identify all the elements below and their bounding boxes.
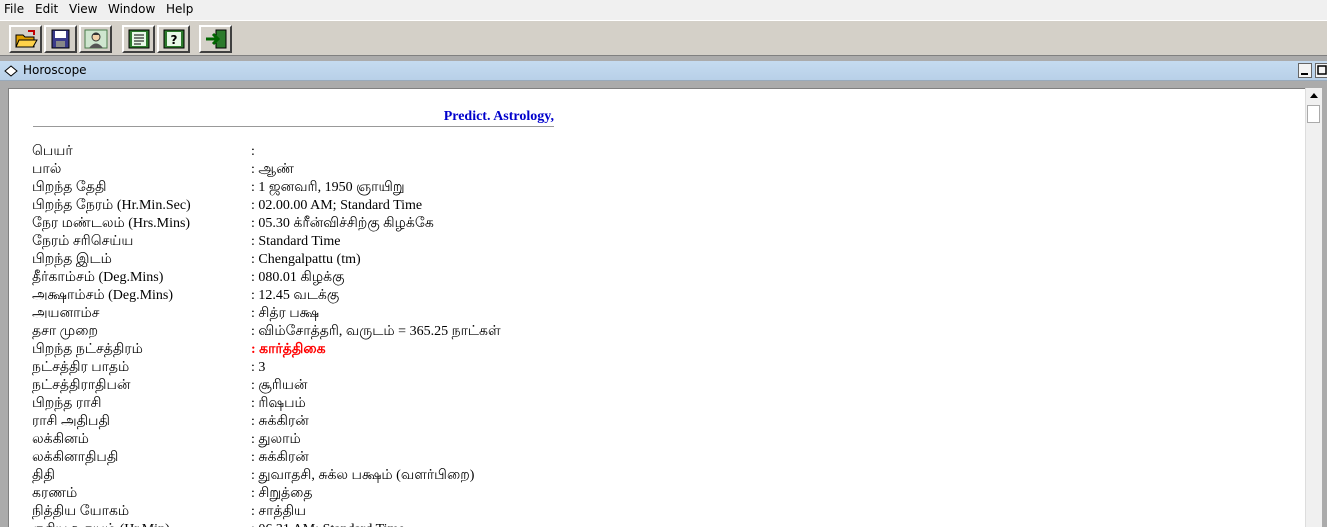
scroll-thumb[interactable]: [1307, 105, 1320, 123]
row-label: திதி: [32, 468, 55, 483]
scroll-up-arrow-icon: [1310, 93, 1318, 98]
row-label: அயனாம்ச: [32, 306, 100, 321]
row-label: லக்கினம்: [32, 432, 89, 447]
row-label: பிறந்த நேரம் (Hr.Min.Sec): [32, 198, 191, 213]
row-label: நட்சத்திர பாதம்: [32, 360, 130, 375]
row-value: : 05.30 க்ரீன்விச்சிற்கு கிழக்கே: [251, 216, 434, 231]
row-label: நித்திய யோகம்: [32, 504, 130, 519]
menu-help[interactable]: Help: [166, 2, 193, 16]
row-value: : விம்சோத்தரி, வருடம் = 365.25 நாட்கள்: [251, 324, 501, 339]
row-label: நட்சத்திராதிபன்: [32, 378, 131, 393]
help-button[interactable]: ?: [157, 25, 190, 53]
row-value: : ஆண்: [251, 162, 294, 177]
person-portrait-icon: [84, 29, 108, 49]
row-label: ராசி அதிபதி: [32, 414, 110, 429]
vertical-scrollbar[interactable]: [1305, 88, 1322, 527]
save-disk-icon: [51, 29, 70, 49]
row-label: பிறந்த இடம்: [32, 252, 112, 267]
row-value: : 080.01 கிழக்கு: [251, 270, 345, 285]
menu-view[interactable]: View: [69, 2, 97, 16]
row-label: தசா முறை: [32, 324, 99, 339]
report-view: Predict. Astrology, பெயர்: பால் : ஆண் பிறந்…: [8, 88, 1305, 527]
scroll-up-button[interactable]: [1306, 88, 1322, 104]
row-value: : சாத்திய: [251, 504, 307, 519]
maximize-icon: [1317, 65, 1327, 75]
menu-bar: File Edit View Window Help: [0, 0, 1327, 20]
horoscope-window-titlebar[interactable]: Horoscope: [0, 61, 1327, 81]
row-value: : கார்த்திகை: [251, 342, 326, 357]
report-heading: Predict. Astrology,: [443, 109, 554, 124]
row-value: : 02.00.00 AM; Standard Time: [251, 198, 423, 213]
row-label: கரணம்: [32, 486, 78, 501]
window-diamond-icon: [4, 65, 18, 77]
menu-file[interactable]: File: [4, 2, 24, 16]
row-label: தீர்காம்சம் (Deg.Mins): [32, 270, 164, 285]
row-value: : Standard Time: [251, 234, 341, 249]
profile-button[interactable]: [79, 25, 112, 53]
row-value: : துவாதசி, சுக்ல பக்ஷம் (வளர்பிறை): [251, 468, 475, 483]
window-title: Horoscope: [23, 63, 87, 77]
row-label: சூரிய உதயம் (Hr.Min): [32, 522, 170, 527]
row-value: :: [251, 144, 255, 159]
document-icon: [128, 29, 150, 49]
report-button[interactable]: [122, 25, 155, 53]
row-value: : துலாம்: [251, 432, 301, 447]
minimize-icon: [1301, 73, 1308, 75]
row-value: : சுக்கிரன்: [251, 414, 309, 429]
row-label: நேர மண்டலம் (Hrs.Mins): [32, 216, 191, 231]
row-value: : 06.31 AM; Standard Time: [251, 522, 405, 527]
row-value: : 3: [251, 360, 266, 375]
row-value: : ரிஷபம்: [251, 396, 306, 411]
row-label: நேரம் சரிசெய்ய: [32, 234, 134, 249]
window-edge: [1322, 81, 1327, 527]
minimize-button[interactable]: [1298, 63, 1312, 78]
maximize-button[interactable]: [1315, 63, 1327, 78]
svg-text:?: ?: [171, 33, 178, 47]
heading-divider: [33, 126, 554, 127]
menu-edit[interactable]: Edit: [35, 2, 58, 16]
exit-button[interactable]: [199, 25, 232, 53]
row-label: பிறந்த ராசி: [32, 396, 102, 411]
row-label: பால்: [32, 162, 62, 177]
help-question-icon: ?: [163, 29, 185, 49]
row-value: : சுக்கிரன்: [251, 450, 309, 465]
row-value: : Chengalpattu (tm): [251, 252, 361, 267]
open-button[interactable]: [9, 25, 42, 53]
exit-door-icon: [206, 29, 227, 49]
row-value: : 12.45 வடக்கு: [251, 288, 340, 303]
row-value: : சிறுத்தை: [251, 486, 313, 501]
row-label: பிறந்த நட்சத்திரம்: [32, 342, 143, 357]
row-label: பெயர்: [32, 144, 73, 159]
row-label: அக்ஷாம்சம் (Deg.Mins): [32, 288, 174, 303]
row-label: பிறந்த தேதி: [32, 180, 107, 195]
open-folder-icon: [15, 30, 38, 48]
row-value: : சித்ர பக்ஷ: [251, 306, 320, 321]
row-value: : சூரியன்: [251, 378, 308, 393]
toolbar: ?: [0, 20, 1327, 56]
row-label: லக்கினாதிபதி: [32, 450, 119, 465]
row-value: : 1 ஜனவரி, 1950 ஞாயிறு: [251, 180, 405, 195]
menu-window[interactable]: Window: [108, 2, 155, 16]
save-button[interactable]: [44, 25, 77, 53]
